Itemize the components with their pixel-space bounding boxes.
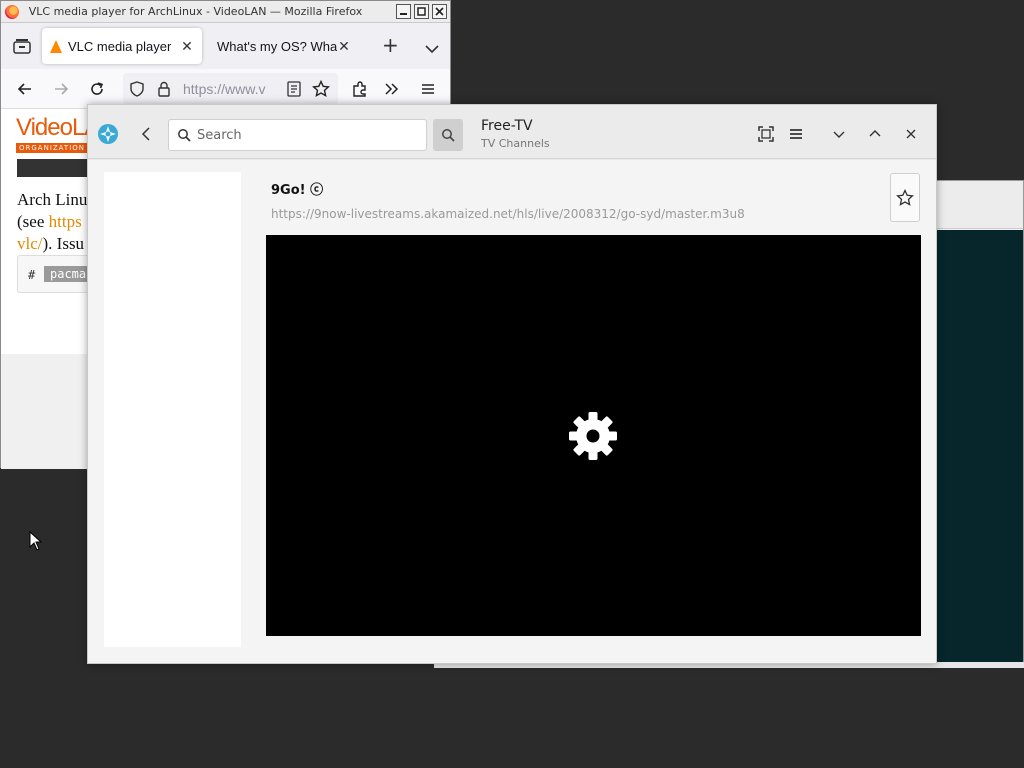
article-line: ). Issu	[42, 234, 85, 253]
maximize-button[interactable]	[414, 4, 429, 19]
favorite-button[interactable]	[890, 173, 920, 222]
fullscreen-button[interactable]	[756, 124, 776, 144]
star-icon	[896, 188, 914, 206]
chevron-down-icon	[425, 45, 439, 54]
double-chevron-right-icon	[385, 83, 399, 95]
back-arrow-icon	[17, 83, 31, 95]
close-window-button[interactable]	[432, 4, 447, 19]
minimize-button[interactable]	[396, 4, 411, 19]
videolan-logo[interactable]: VideoLA ORGANIZATION	[16, 115, 100, 155]
article-link[interactable]: https	[49, 212, 82, 231]
new-tab-button[interactable]: +	[382, 35, 399, 55]
tab-label: What's my OS? What	[217, 38, 337, 54]
code-command: pacma	[44, 266, 93, 282]
reader-view-icon	[287, 81, 301, 97]
extensions-button[interactable]	[348, 77, 372, 101]
search-button[interactable]	[433, 119, 463, 151]
navigation-toolbar: https://www.v	[1, 69, 450, 109]
hamburger-menu-icon	[790, 129, 802, 139]
search-box[interactable]	[168, 119, 427, 151]
window-title: Free-TV	[481, 118, 533, 134]
app-menu-button[interactable]	[416, 77, 440, 101]
window-subtitle: TV Channels	[481, 137, 550, 150]
background-window-content	[937, 230, 1023, 663]
main-menu-button[interactable]	[786, 124, 806, 144]
search-icon	[178, 129, 191, 142]
minimize-button[interactable]	[829, 124, 849, 144]
chevron-left-icon	[141, 127, 150, 141]
tab-whats-my-os[interactable]: What's my OS? What ✕	[209, 28, 359, 64]
article-line: Arch Linu	[17, 190, 88, 209]
video-player[interactable]	[266, 235, 921, 636]
close-icon	[435, 7, 444, 16]
firefox-view-icon	[13, 39, 31, 54]
firefox-view-button[interactable]	[9, 33, 35, 59]
url-text[interactable]: https://www.v	[183, 81, 275, 97]
article-text: Arch Linu (see https vlc/). Issu	[17, 189, 87, 255]
screenshot-thumbnail	[17, 159, 89, 177]
tab-close-icon[interactable]: ✕	[337, 38, 351, 55]
code-prompt: #	[28, 268, 36, 282]
tab-close-icon[interactable]: ✕	[180, 38, 194, 55]
channel-name: 9Go! ⓒ	[271, 183, 324, 198]
firefox-titlebar[interactable]: VLC media player for ArchLinux - VideoLA…	[1, 1, 450, 23]
minimize-icon	[400, 13, 407, 15]
url-bar[interactable]: https://www.v	[123, 73, 338, 105]
list-all-tabs-button[interactable]	[425, 39, 439, 58]
maximize-button[interactable]	[865, 124, 885, 144]
search-icon	[442, 129, 455, 142]
article-link[interactable]: vlc/	[17, 234, 43, 253]
tab-vlc[interactable]: VLC media player ✕	[42, 28, 202, 64]
tab-bar: VLC media player ✕ What's my OS? What ✕ …	[1, 23, 450, 69]
hamburger-menu-icon	[422, 84, 434, 94]
reload-button[interactable]	[85, 77, 109, 101]
channel-list-sidebar[interactable]	[104, 172, 241, 647]
vlc-cone-icon	[50, 39, 62, 53]
freetv-app-icon	[98, 124, 118, 144]
puzzle-icon	[353, 81, 366, 97]
close-icon	[906, 129, 916, 139]
back-button[interactable]	[13, 77, 37, 101]
fullscreen-icon	[758, 126, 774, 142]
search-input[interactable]	[197, 124, 417, 146]
overflow-menu-button[interactable]	[380, 77, 404, 101]
forward-arrow-icon	[55, 83, 69, 95]
shield-icon	[130, 81, 144, 97]
freetv-headerbar[interactable]: Free-TV TV Channels	[88, 105, 936, 159]
channel-stream-url: https://9now-livestreams.akamaized.net/h…	[271, 207, 745, 221]
close-button[interactable]	[901, 124, 921, 144]
chevron-up-icon	[869, 130, 881, 137]
bookmark-star-icon	[312, 80, 330, 97]
loading-gear-icon	[569, 412, 617, 460]
lock-icon	[158, 81, 170, 97]
window-title: VLC media player for ArchLinux - VideoLA…	[28, 5, 363, 18]
tab-label: VLC media player	[68, 38, 172, 54]
background-window[interactable]	[934, 180, 1024, 664]
background-window-header	[935, 181, 1023, 229]
freetv-content: 9Go! ⓒ https://9now-livestreams.akamaize…	[88, 160, 936, 663]
mouse-cursor-icon	[29, 531, 43, 551]
back-button[interactable]	[136, 124, 156, 144]
chevron-down-icon	[833, 131, 845, 138]
article-line: (see	[17, 212, 49, 231]
maximize-icon	[417, 7, 426, 16]
reload-icon	[91, 82, 104, 95]
forward-button[interactable]	[49, 77, 73, 101]
freetv-window: Free-TV TV Channels 9Go! ⓒ https://9now-…	[87, 104, 937, 664]
